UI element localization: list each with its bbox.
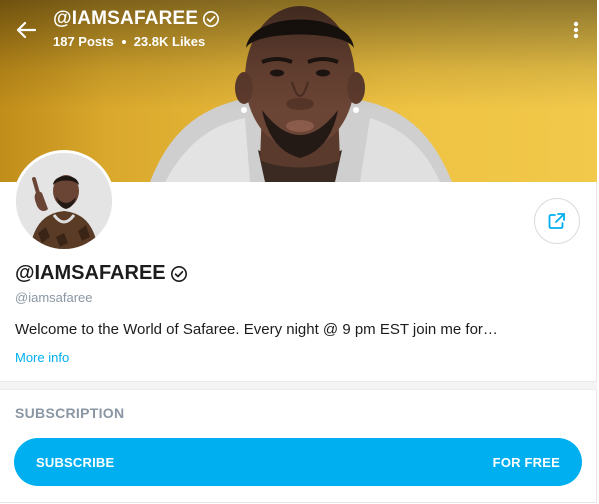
header-title-row: @IAMSAFAREE <box>53 8 220 30</box>
header-title: @IAMSAFAREE <box>53 8 199 29</box>
username-handle: @iamsafaree <box>15 290 93 305</box>
back-button[interactable] <box>12 16 40 44</box>
section-divider <box>0 381 597 390</box>
verified-badge-icon <box>203 11 220 27</box>
separator-dot <box>121 39 126 44</box>
more-vertical-icon <box>573 21 579 39</box>
share-button[interactable] <box>534 198 580 244</box>
posts-count: 187 Posts <box>53 34 114 49</box>
avatar[interactable] <box>13 150 115 252</box>
subscription-heading: SUBSCRIPTION <box>15 405 125 421</box>
likes-count: 23.8K Likes <box>133 34 206 49</box>
subscribe-price: FOR FREE <box>492 454 560 470</box>
avatar-image <box>16 153 112 249</box>
display-name: @IAMSAFAREE <box>15 262 166 284</box>
share-icon <box>548 213 565 229</box>
header-info: @IAMSAFAREE 187 Posts 23.8K Likes <box>53 8 220 49</box>
display-name-row: @IAMSAFAREE <box>15 262 188 285</box>
top-bar: @IAMSAFAREE 187 Posts 23.8K Likes <box>0 0 597 60</box>
verified-badge-icon <box>170 265 187 282</box>
bio-text: Welcome to the World of Safaree. Every n… <box>15 321 498 338</box>
subscribe-label: SUBSCRIBE <box>36 454 115 470</box>
header-stats: 187 Posts 23.8K Likes <box>53 34 220 49</box>
subscribe-button[interactable]: SUBSCRIBE FOR FREE <box>14 438 582 486</box>
more-info-link[interactable]: More info <box>15 350 69 365</box>
more-options-button[interactable] <box>565 18 587 42</box>
back-arrow-icon <box>16 21 36 39</box>
